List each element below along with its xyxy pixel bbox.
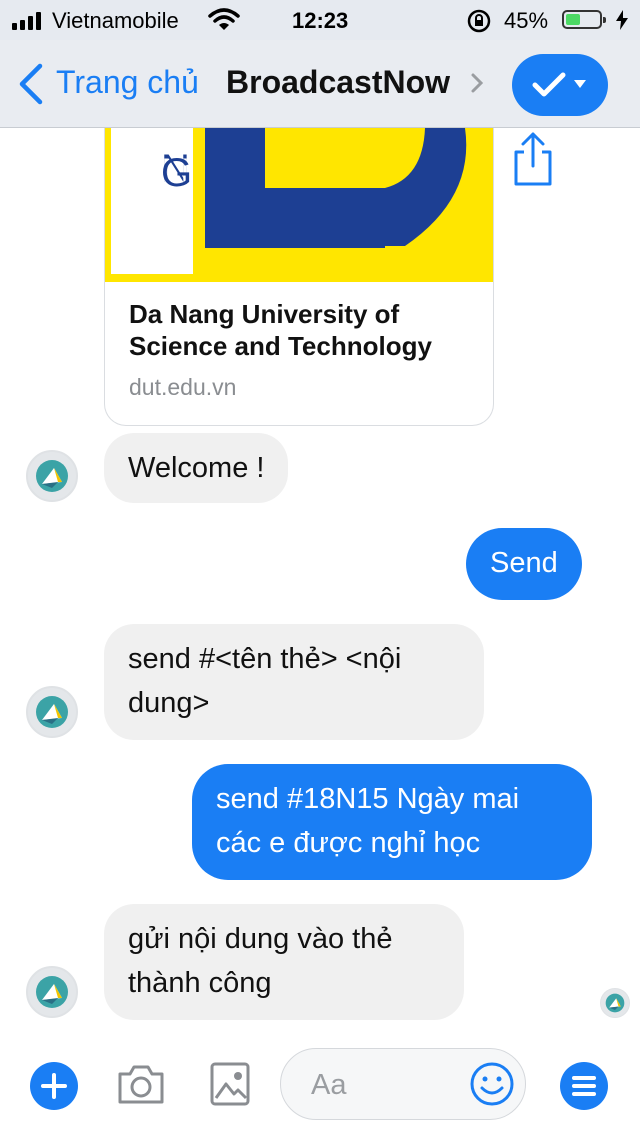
link-title[interactable]: Da Nang University of Science and Techno… <box>129 298 479 362</box>
message-line: các e được nghỉ học <box>216 827 481 859</box>
signal-icon <box>12 12 41 30</box>
charging-bolt-icon <box>616 10 628 30</box>
bot-logo-icon <box>36 460 68 492</box>
message-line: send #18N15 Ngày mai <box>216 783 520 815</box>
page-title[interactable]: BroadcastNow <box>226 64 450 101</box>
message-line: gửi nội dung vào thẻ <box>128 923 393 955</box>
message-line: thành công <box>128 967 272 999</box>
chevron-right-icon[interactable] <box>470 72 484 94</box>
share-icon[interactable] <box>510 130 556 188</box>
camera-icon[interactable] <box>116 1062 166 1106</box>
message-input-placeholder[interactable]: Aa <box>311 1069 346 1102</box>
incoming-message-2: send #<tên thẻ> <nội dung> <box>104 624 484 740</box>
menu-icon <box>572 1076 596 1096</box>
back-button[interactable]: Trang chủ <box>56 64 199 101</box>
nav-bar: Trang chủ BroadcastNow <box>0 40 640 128</box>
battery-icon <box>562 10 606 29</box>
message-text: Welcome ! <box>128 452 265 484</box>
incoming-message-3: gửi nội dung vào thẻ thành công <box>104 904 464 1020</box>
more-actions-button[interactable] <box>30 1062 78 1110</box>
subscribe-toggle-button[interactable] <box>512 54 608 116</box>
message-input[interactable]: Aa <box>280 1048 526 1120</box>
bot-logo-icon <box>36 696 68 728</box>
incoming-message-1: Welcome ! <box>104 433 289 503</box>
bot-avatar[interactable] <box>26 966 78 1018</box>
bot-logo-icon <box>605 993 625 1013</box>
message-line: send #<tên thẻ> <nội <box>128 643 402 675</box>
link-domain: dut.edu.vn <box>129 374 237 400</box>
check-icon <box>532 72 566 97</box>
plus-icon <box>41 1073 67 1099</box>
bot-avatar[interactable] <box>26 686 78 738</box>
composer-bar: Aa <box>0 1040 640 1136</box>
bot-logo-icon <box>36 976 68 1008</box>
university-logo-image: N N G <box>105 128 493 282</box>
battery-fill <box>566 14 580 25</box>
battery-percent: 45% <box>504 8 549 33</box>
orientation-lock-icon <box>467 9 491 33</box>
status-bar: Vietnamobile 12:23 45% <box>0 0 640 40</box>
read-receipt-avatar <box>600 988 630 1018</box>
gallery-icon[interactable] <box>208 1060 252 1108</box>
link-preview-card[interactable]: N N G Da Nang University of Science and … <box>104 128 494 426</box>
caret-down-icon <box>574 80 586 88</box>
bot-avatar[interactable] <box>26 450 78 502</box>
bot-menu-button[interactable] <box>560 1062 608 1110</box>
wifi-icon <box>208 8 240 30</box>
message-line: dung> <box>128 687 210 719</box>
outgoing-message-2: send #18N15 Ngày mai các e được nghỉ học <box>192 764 592 880</box>
message-text: Send <box>490 547 558 579</box>
back-chevron-icon[interactable] <box>16 62 46 106</box>
clock: 12:23 <box>292 8 349 33</box>
outgoing-message-1: Send <box>466 528 582 600</box>
carrier-name: Vietnamobile <box>52 8 179 33</box>
svg-text:G: G <box>161 151 192 195</box>
smiley-icon[interactable] <box>469 1061 515 1107</box>
